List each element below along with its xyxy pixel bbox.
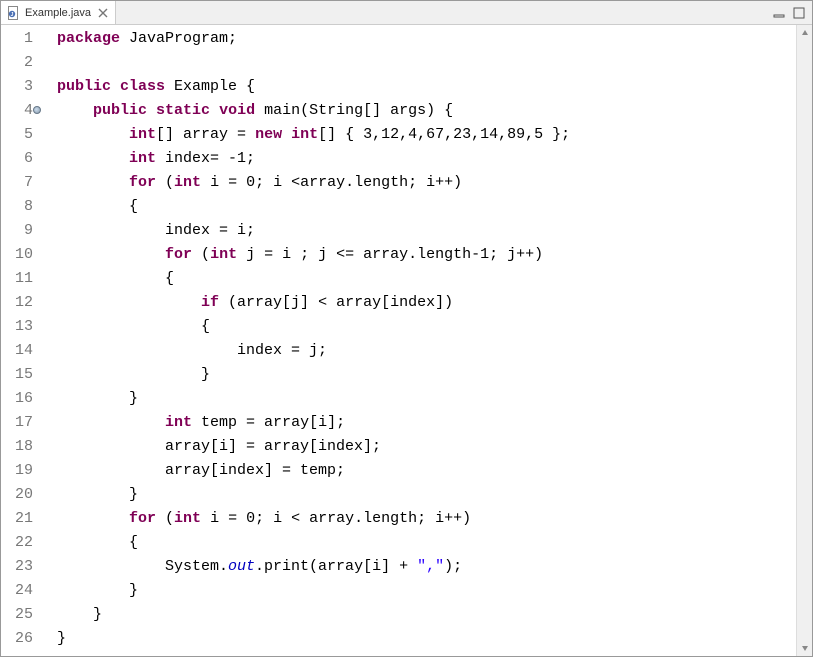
code-editor[interactable]: 1234567891011121314151617181920212223242… <box>1 25 812 656</box>
line-number: 15 <box>1 363 33 387</box>
code-line[interactable]: { <box>57 195 796 219</box>
code-line[interactable]: } <box>57 627 796 651</box>
code-line[interactable]: for (int i = 0; i < array.length; i++) <box>57 507 796 531</box>
line-number: 21 <box>1 507 33 531</box>
code-line[interactable]: array[i] = array[index]; <box>57 435 796 459</box>
code-line[interactable]: for (int i = 0; i <array.length; i++) <box>57 171 796 195</box>
vertical-scrollbar[interactable] <box>796 25 812 656</box>
line-number: 1 <box>1 27 33 51</box>
code-line[interactable]: System.out.print(array[i] + ","); <box>57 555 796 579</box>
code-line[interactable]: package JavaProgram; <box>57 27 796 51</box>
code-line[interactable]: { <box>57 315 796 339</box>
line-number: 11 <box>1 267 33 291</box>
line-number: 14 <box>1 339 33 363</box>
line-number: 9 <box>1 219 33 243</box>
line-number: 10 <box>1 243 33 267</box>
tab-filename: Example.java <box>25 7 91 19</box>
line-number: 5 <box>1 123 33 147</box>
code-line[interactable]: for (int j = i ; j <= array.length-1; j+… <box>57 243 796 267</box>
line-number: 17 <box>1 411 33 435</box>
line-number: 25 <box>1 603 33 627</box>
close-icon[interactable] <box>97 7 109 19</box>
code-line[interactable]: { <box>57 267 796 291</box>
editor-tab-bar: J Example.java <box>1 1 812 25</box>
editor-tab[interactable]: J Example.java <box>1 1 116 24</box>
scroll-up-icon[interactable] <box>797 25 812 41</box>
line-number: 18 <box>1 435 33 459</box>
scroll-down-icon[interactable] <box>797 640 812 656</box>
line-number: 7 <box>1 171 33 195</box>
line-number: 22 <box>1 531 33 555</box>
code-line[interactable]: int[] array = new int[] { 3,12,4,67,23,1… <box>57 123 796 147</box>
code-line[interactable]: } <box>57 603 796 627</box>
code-line[interactable]: } <box>57 387 796 411</box>
code-line[interactable]: if (array[j] < array[index]) <box>57 291 796 315</box>
svg-text:J: J <box>11 12 14 18</box>
maximize-icon[interactable] <box>792 6 806 20</box>
line-number: 12 <box>1 291 33 315</box>
code-line[interactable]: } <box>57 483 796 507</box>
line-number: 13 <box>1 315 33 339</box>
line-number: 19 <box>1 459 33 483</box>
code-line[interactable]: public static void main(String[] args) { <box>57 99 796 123</box>
code-line[interactable] <box>57 51 796 75</box>
line-number: 2 <box>1 51 33 75</box>
code-line[interactable]: int index= -1; <box>57 147 796 171</box>
code-line[interactable]: public class Example { <box>57 75 796 99</box>
code-line[interactable]: { <box>57 531 796 555</box>
java-file-icon: J <box>7 6 21 20</box>
line-number: 6 <box>1 147 33 171</box>
code-content[interactable]: package JavaProgram; public class Exampl… <box>43 25 796 656</box>
override-marker-icon <box>33 106 41 114</box>
code-line[interactable]: index = i; <box>57 219 796 243</box>
line-number: 4 <box>1 99 33 123</box>
code-line[interactable]: } <box>57 363 796 387</box>
code-line[interactable]: } <box>57 579 796 603</box>
line-number: 26 <box>1 627 33 651</box>
code-line[interactable]: index = j; <box>57 339 796 363</box>
line-number: 16 <box>1 387 33 411</box>
line-number-gutter: 1234567891011121314151617181920212223242… <box>1 25 43 656</box>
code-line[interactable]: array[index] = temp; <box>57 459 796 483</box>
line-number: 24 <box>1 579 33 603</box>
code-line[interactable]: int temp = array[i]; <box>57 411 796 435</box>
line-number: 20 <box>1 483 33 507</box>
line-number: 23 <box>1 555 33 579</box>
line-number: 3 <box>1 75 33 99</box>
editor-toolbar-right <box>772 1 812 24</box>
line-number: 8 <box>1 195 33 219</box>
minimize-icon[interactable] <box>772 6 786 20</box>
